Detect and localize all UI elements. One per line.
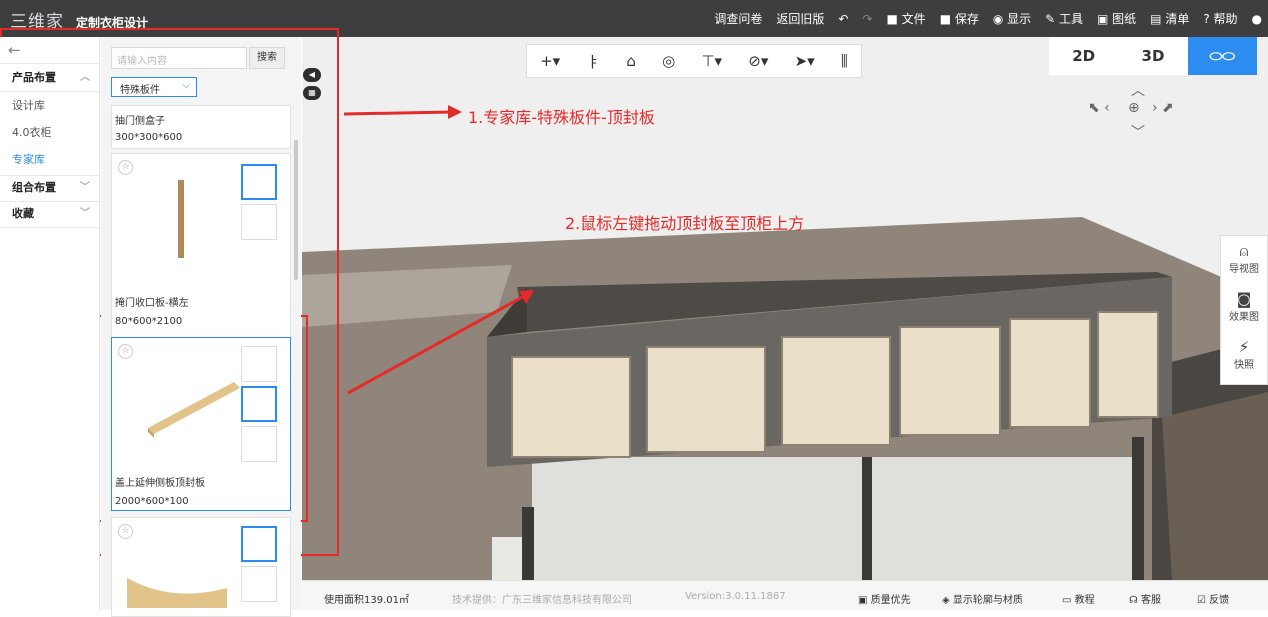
product-card-selected[interactable]: ☆ 盖上延伸侧板顶封板 2000*600*100 <box>111 337 291 511</box>
side-toolbar: ⍝ 导视图 ◙ 效果图 ⚡ 快照 <box>1220 235 1268 385</box>
nav-item-wardrobe-4[interactable]: 4.0衣柜 <box>0 120 100 146</box>
category-select[interactable]: 特殊板件 ⌵ <box>111 77 197 97</box>
product-thumbnail <box>148 382 240 438</box>
product-card[interactable]: ☆ 掩门收口板-横左 80*600*2100 <box>111 153 291 339</box>
view-2d-button[interactable]: 2D <box>1049 37 1118 75</box>
variant-thumbnail[interactable] <box>241 204 277 240</box>
product-size: 80*600*2100 <box>115 316 183 327</box>
tool-toolbar: +▾ ㅑ ⌂ ◎ ⊤▾ ⊘▾ ➤▾ ⫼ <box>526 44 862 78</box>
category-select-value: 特殊板件 <box>120 85 160 96</box>
variant-thumbnail[interactable] <box>241 566 277 602</box>
annotation-step2: 2.鼠标左键拖动顶封板至顶柜上方 <box>565 214 805 233</box>
collapse-panel-icon[interactable]: ◀ <box>303 68 321 82</box>
nav-group-combo-layout[interactable]: 组合布置 ﹀ <box>0 175 100 201</box>
back-icon[interactable]: ← <box>8 41 21 59</box>
product-card[interactable]: ☆ <box>111 517 291 617</box>
provider-text: 技术提供：广东三维家信息科技有限公司 <box>452 595 632 606</box>
select-tool-icon[interactable]: ➤▾ <box>795 52 815 70</box>
variant-thumbnail[interactable] <box>241 164 277 200</box>
view-3d-button[interactable]: 3D <box>1118 37 1187 75</box>
chevron-up-icon: ︿ <box>80 72 90 83</box>
render-button[interactable]: ◙ 效果图 <box>1221 284 1267 332</box>
tutorial-button[interactable]: ▭ 教程 <box>1062 591 1095 606</box>
favorite-star-icon[interactable]: ☆ <box>118 344 133 359</box>
rotate-right-icon[interactable]: › ⬈ <box>1152 100 1174 116</box>
camera-nav-control: ︿ ⬉ ‹ ⊕ › ⬈ ﹀ <box>1088 80 1188 142</box>
chevron-down-icon: ⌵ <box>182 80 190 91</box>
side-label: 快照 <box>1234 360 1254 371</box>
side-label: 效果图 <box>1229 312 1259 323</box>
nav-item-design-library[interactable]: 设计库 <box>0 93 100 119</box>
chair-tool-icon[interactable]: ㅑ <box>586 51 600 72</box>
paint-roller-icon[interactable]: ⊤▾ <box>701 52 722 70</box>
product-thumbnail <box>178 180 184 258</box>
nav-group-favorites[interactable]: 收藏 ﹀ <box>0 201 100 227</box>
status-bar: 使用面积139.01㎡ 技术提供：广东三维家信息科技有限公司 Version:3… <box>302 580 1268 610</box>
service-button[interactable]: ☊ 客服 <box>1129 591 1161 606</box>
feedback-button[interactable]: ☑ 反馈 <box>1197 591 1229 606</box>
grid-toggle-icon[interactable]: ▦ <box>303 86 321 100</box>
variant-thumbnail[interactable] <box>241 346 277 382</box>
snapshot-button[interactable]: ⚡ 快照 <box>1221 332 1267 380</box>
nav-group-product-layout[interactable]: 产品布置 ︿ <box>0 65 100 91</box>
annotation-step1: 1.专家库-特殊板件-顶封板 <box>468 108 655 127</box>
chevron-down-icon: ﹀ <box>80 182 90 193</box>
product-name: 掩门收口板-横左 <box>115 298 189 309</box>
nav-label: 产品布置 <box>12 71 56 84</box>
snapshot-icon: ⚡ <box>1238 338 1250 356</box>
product-name: 抽门侧盒子 <box>115 116 165 127</box>
object-tool-icon[interactable]: ⌂ <box>626 52 636 70</box>
adjust-tool-icon[interactable]: ⫼ <box>841 52 848 70</box>
area-readout: 使用面积139.01㎡ <box>324 595 409 606</box>
left-nav: ← 产品布置 ︿ 设计库 4.0衣柜 专家库 组合布置 ﹀ 收藏 ﹀ <box>0 37 100 610</box>
palette-tool-icon[interactable]: ◎ <box>662 52 675 70</box>
chevron-down-icon: ﹀ <box>80 208 90 219</box>
library-panel: 请输入内容 搜索 特殊板件 ⌵ 抽门侧盒子 300*300*600 ☆ 掩门收口板… <box>101 37 301 617</box>
annotation-arrow-2 <box>347 293 527 395</box>
outline-toggle[interactable]: ◈ 显示轮廓与材质 <box>942 591 1023 606</box>
side-label: 导视图 <box>1229 264 1259 275</box>
product-card[interactable]: 抽门侧盒子 300*300*600 <box>111 105 291 149</box>
variant-thumbnail[interactable] <box>241 426 277 462</box>
add-tool-icon[interactable]: +▾ <box>540 52 560 70</box>
product-size: 300*300*600 <box>115 132 183 143</box>
nav-label: 组合布置 <box>12 181 56 194</box>
chevron-up-icon[interactable]: ︿ <box>1131 80 1145 100</box>
navigate-icon: ⍝ <box>1239 242 1249 260</box>
quality-toggle[interactable]: ▣ 质量优先 <box>858 591 911 606</box>
product-thumbnail <box>127 578 227 608</box>
nav-item-expert-library[interactable]: 专家库 <box>0 147 100 173</box>
view-walkthrough-button[interactable]: ⬭⬭ <box>1187 37 1257 75</box>
panel-scrollbar[interactable] <box>294 140 298 280</box>
search-button[interactable]: 搜索 <box>249 47 285 69</box>
product-size: 2000*600*100 <box>115 496 189 507</box>
annotation-arrow-1 <box>343 110 453 116</box>
center-icon[interactable]: ⊕ <box>1128 100 1140 116</box>
view-switch: 2D 3D ⬭⬭ <box>1049 37 1257 75</box>
favorite-star-icon[interactable]: ☆ <box>118 160 133 175</box>
rotate-left-icon[interactable]: ⬉ ‹ <box>1088 100 1110 116</box>
product-name: 盖上延伸侧板顶封板 <box>115 478 205 489</box>
camera-icon: ◙ <box>1236 290 1252 308</box>
variant-thumbnail[interactable] <box>241 526 277 562</box>
version-text: Version:3.0.11.1867 <box>685 591 786 602</box>
guide-view-button[interactable]: ⍝ 导视图 <box>1221 236 1267 284</box>
variant-thumbnail[interactable] <box>241 386 277 422</box>
favorite-star-icon[interactable]: ☆ <box>118 524 133 539</box>
chevron-down-icon[interactable]: ﹀ <box>1131 122 1145 142</box>
measure-tool-icon[interactable]: ⊘▾ <box>748 52 768 70</box>
nav-label: 收藏 <box>12 207 34 220</box>
search-input[interactable]: 请输入内容 <box>111 47 247 69</box>
